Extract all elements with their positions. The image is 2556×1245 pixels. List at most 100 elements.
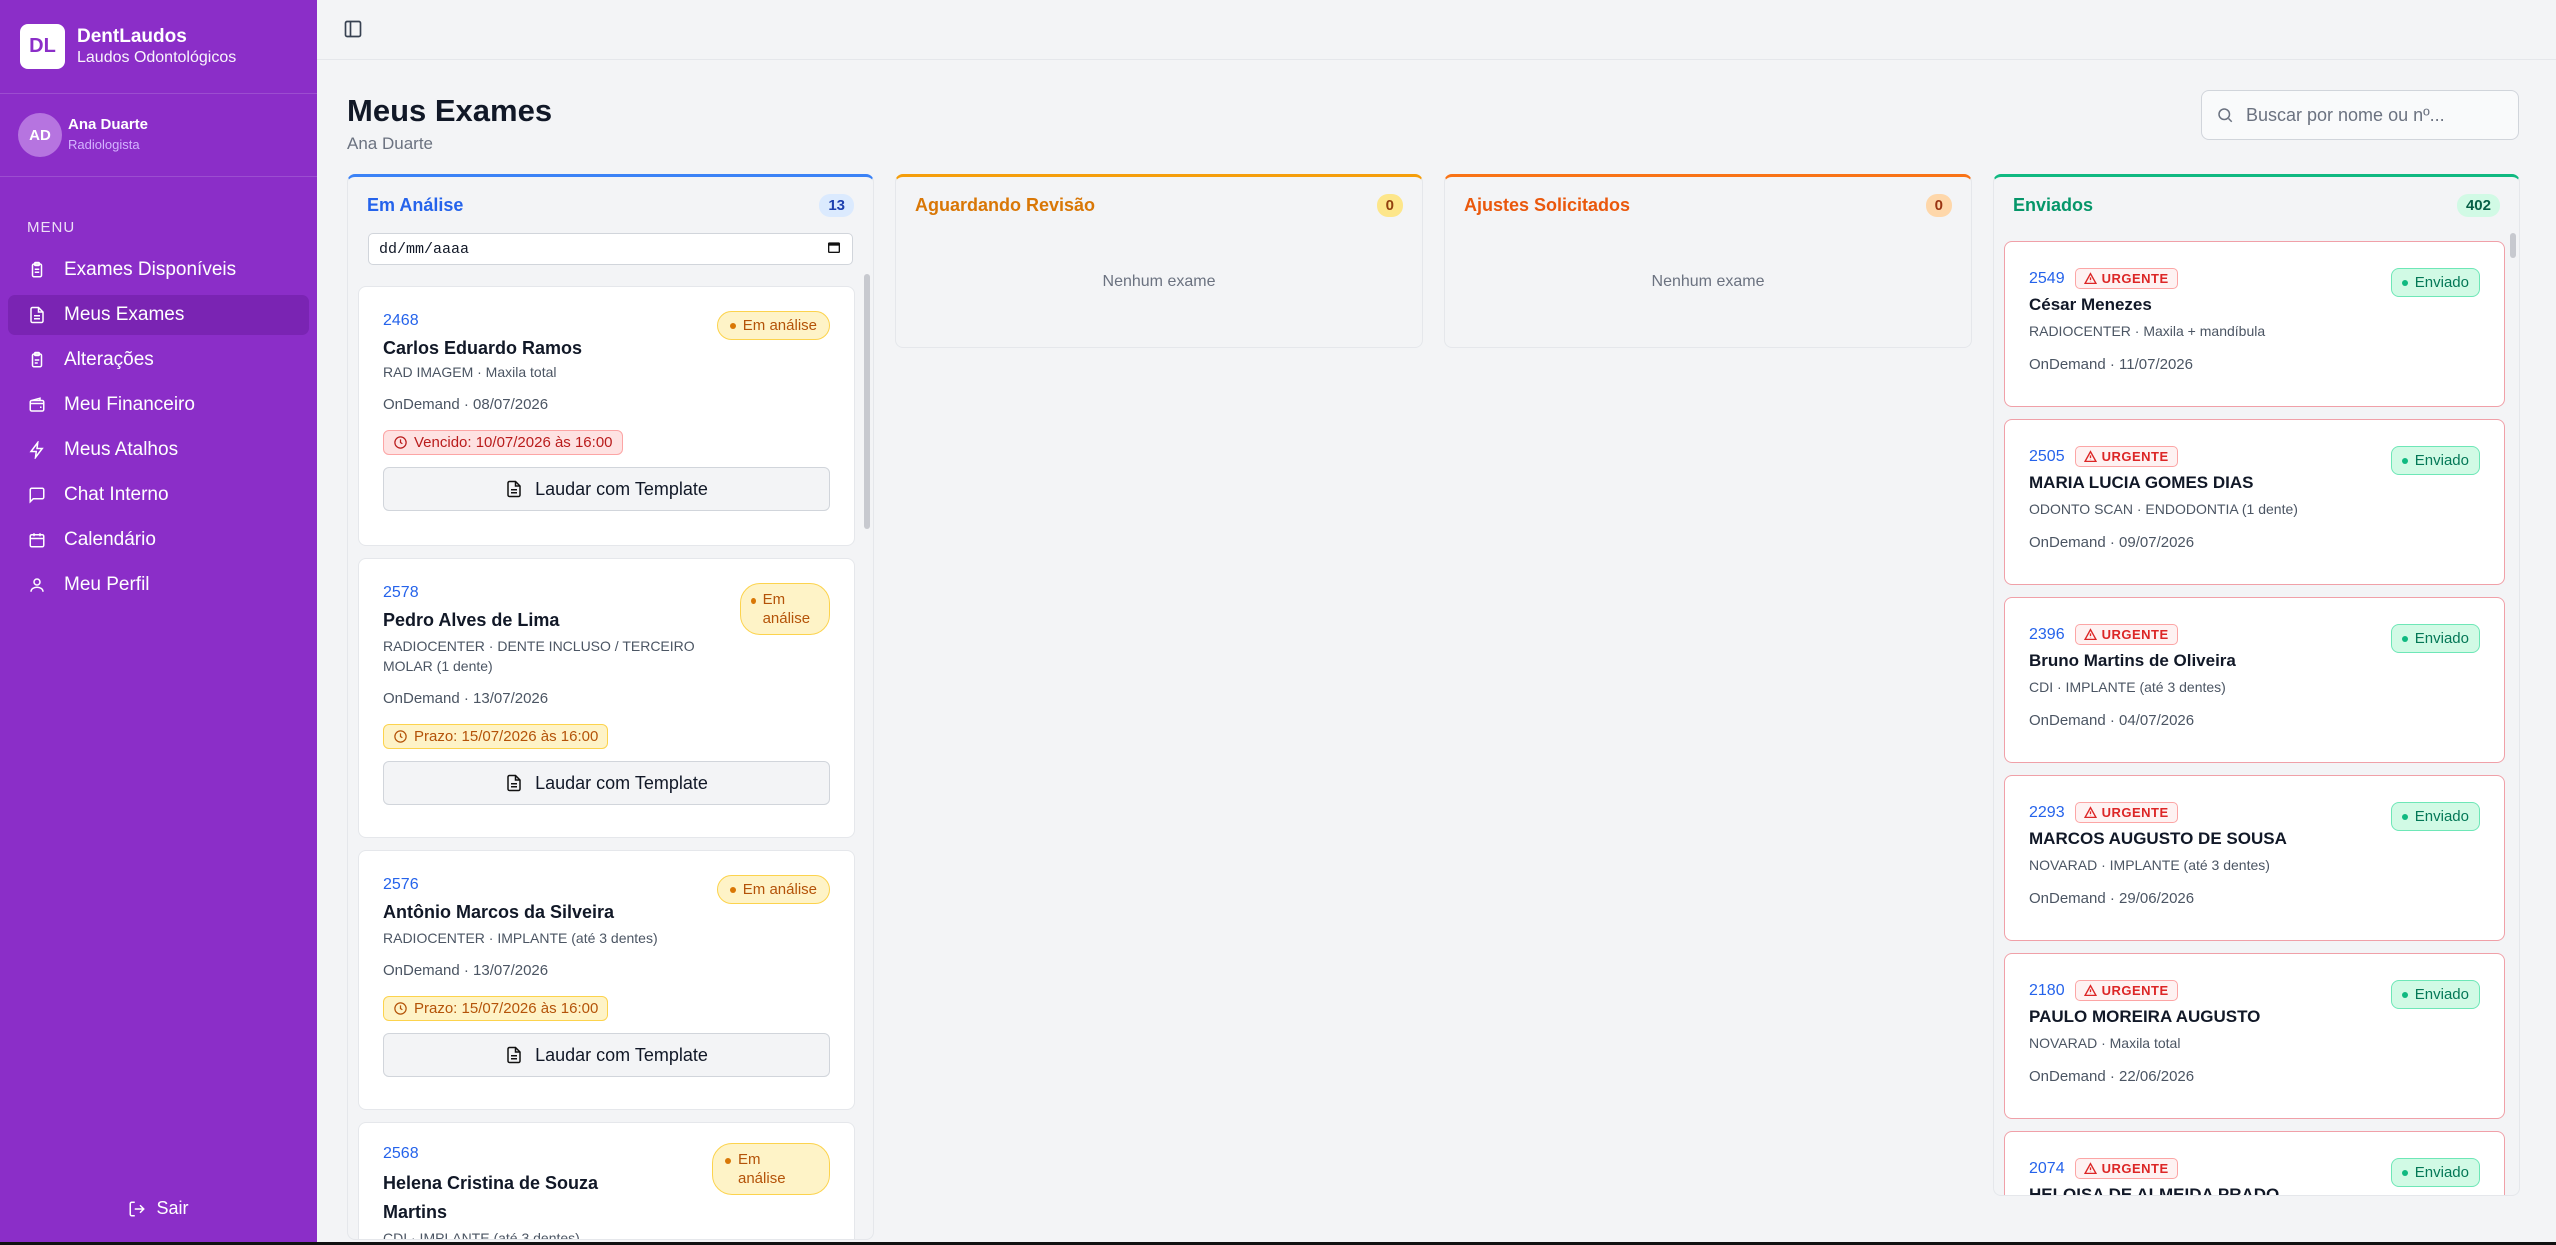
status-badge: Em análise: [740, 583, 830, 635]
file-icon: [28, 306, 46, 324]
alert-triangle-icon: [2083, 806, 2097, 819]
page-subtitle: Ana Duarte: [347, 134, 433, 153]
patient-name: Helena Cristina de Souza Martins: [383, 1173, 599, 1222]
date-filter-input[interactable]: dd/mm/aaaa: [368, 233, 853, 265]
column-title: Ajustes Solicitados: [1464, 194, 1631, 215]
scrollbar[interactable]: [2510, 233, 2516, 258]
logout-label: Sair: [156, 1198, 189, 1218]
patient-name: MARIA LUCIA GOMES DIAS: [2029, 473, 2254, 492]
button-label: Laudar com Template: [535, 478, 708, 499]
exam-meta: NOVARAD · IMPLANTE (até 3 dentes): [2029, 857, 2270, 873]
clock-icon: [393, 1001, 408, 1016]
laudar-template-button[interactable]: Laudar com Template: [383, 1033, 830, 1077]
exam-meta: RAD IMAGEM · Maxila total: [383, 364, 557, 380]
sidebar-item-meu-financeiro[interactable]: Meu Financeiro: [8, 385, 309, 425]
exam-meta: RADIOCENTER · Maxila + mandíbula: [2029, 323, 2266, 339]
search-input[interactable]: [2246, 104, 2486, 126]
column-header: Em Análise 13: [348, 177, 873, 233]
alert-triangle-icon: [2083, 1162, 2097, 1175]
exam-date: OnDemand · 22/06/2026: [2029, 1068, 2195, 1085]
sidebar-item-meus-exames[interactable]: Meus Exames: [8, 295, 309, 335]
sent-status-label: Enviado: [2414, 630, 2469, 647]
button-label: Laudar com Template: [535, 772, 708, 793]
exam-date: OnDemand · 13/07/2026: [383, 690, 549, 707]
sent-card[interactable]: 2293 URGENTE Enviado MARCOS AUGUSTO DE SO…: [2004, 775, 2505, 941]
logout-button[interactable]: Sair: [0, 1198, 317, 1219]
sidebar-item-alteracoes[interactable]: Alterações: [8, 340, 309, 380]
search-box[interactable]: [2201, 90, 2519, 140]
exam-meta: ODONTO SCAN · ENDODONTIA (1 dente): [2029, 501, 2298, 517]
column-header: Aguardando Revisão 0: [896, 177, 1422, 233]
sent-status-badge: Enviado: [2390, 1158, 2480, 1187]
status-badge: Em análise: [712, 1143, 830, 1195]
sidebar-item-meus-atalhos[interactable]: Meus Atalhos: [8, 430, 309, 470]
exam-meta: RADIOCENTER · DENTE INCLUSO / TERCEIRO M…: [383, 638, 695, 674]
sent-card[interactable]: 2505 URGENTE Enviado MARIA LUCIA GOMES DI…: [2004, 419, 2505, 585]
sidebar-item-label: Meus Exames: [64, 304, 185, 325]
alert-triangle-icon: [2083, 628, 2097, 641]
sent-card[interactable]: 2180 URGENTE Enviado PAULO MOREIRA AUGUST…: [2004, 953, 2505, 1119]
sidebar: DL DentLaudos Laudos Odontológicos AD An…: [0, 0, 317, 1245]
sidebar-item-label: Meu Perfil: [64, 574, 150, 595]
user-profile: AD Ana Duarte Radiologista: [0, 94, 317, 177]
patient-name: Bruno Martins de Oliveira: [2029, 651, 2236, 670]
exam-card[interactable]: 2568 Em análise Helena Cristina de Souza…: [358, 1122, 855, 1239]
logout-icon: [128, 1200, 146, 1218]
exam-number[interactable]: 2180: [2029, 982, 2065, 1000]
status-dot: [725, 1158, 731, 1164]
exam-number[interactable]: 2396: [2029, 626, 2065, 644]
exam-number[interactable]: 2293: [2029, 804, 2065, 822]
column-count: 0: [1376, 193, 1403, 217]
user-icon: [28, 576, 46, 594]
calendar-picker-icon[interactable]: [826, 239, 842, 260]
sidebar-item-label: Meus Atalhos: [64, 439, 179, 460]
sent-list: 2549 URGENTE Enviado César Menezes RADIOC…: [2004, 241, 2505, 1195]
status-dot: [2401, 457, 2408, 464]
status-dot: [729, 322, 736, 329]
urgent-badge: URGENTE: [2074, 802, 2178, 823]
sidebar-item-exames-disponiveis[interactable]: Exames Disponíveis: [8, 250, 309, 290]
clock-icon: [393, 435, 408, 450]
patient-name: MARCOS AUGUSTO DE SOUSA: [2029, 829, 2287, 848]
exam-number[interactable]: 2505: [2029, 448, 2065, 466]
status-badge-label: Em análise: [742, 317, 817, 334]
sent-card[interactable]: 2074 URGENTE Enviado HELOISA DE ALMEIDA P…: [2004, 1131, 2505, 1195]
column-em-analise: Em Análise 13 dd/mm/aaaa 2468 Em análise…: [347, 174, 874, 1240]
brand-title: DentLaudos: [77, 25, 187, 47]
empty-state: Nenhum exame: [1651, 273, 1765, 290]
user-name: Ana Duarte: [68, 116, 149, 133]
sent-card[interactable]: 2549 URGENTE Enviado César Menezes RADIOC…: [2004, 241, 2505, 407]
clipboard-icon: [28, 261, 46, 279]
urgent-badge: URGENTE: [2074, 980, 2178, 1001]
exam-number[interactable]: 2074: [2029, 1160, 2065, 1178]
laudar-template-button[interactable]: Laudar com Template: [383, 761, 830, 805]
sent-status-label: Enviado: [2414, 274, 2469, 291]
status-dot: [2401, 635, 2408, 642]
sidebar-item-label: Calendário: [64, 529, 156, 550]
scrollbar[interactable]: [864, 274, 870, 529]
file-text-icon: [505, 480, 523, 498]
sent-card[interactable]: 2396 URGENTE Enviado Bruno Martins de Oli…: [2004, 597, 2505, 763]
exam-card[interactable]: 2468 Em análise Carlos Eduardo Ramos RAD…: [358, 286, 855, 546]
exam-number[interactable]: 2549: [2029, 270, 2065, 288]
column-enviados: Enviados 402 2549 URGENTE Enviado César M…: [1993, 174, 2520, 1196]
exam-card[interactable]: 2576 Em análise Antônio Marcos da Silvei…: [358, 850, 855, 1110]
patient-name: Antônio Marcos da Silveira: [383, 902, 615, 922]
sent-status-badge: Enviado: [2390, 980, 2480, 1009]
sidebar-item-calendario[interactable]: Calendário: [8, 520, 309, 560]
alert-triangle-icon: [2083, 984, 2097, 997]
brand-logo: DL: [20, 24, 65, 69]
exam-card[interactable]: 2578 Em análise Pedro Alves de Lima RADI…: [358, 558, 855, 838]
sent-status-badge: Enviado: [2390, 802, 2480, 831]
urgent-label: URGENTE: [2101, 449, 2169, 464]
sidebar-item-meu-perfil[interactable]: Meu Perfil: [8, 565, 309, 605]
laudar-template-button[interactable]: Laudar com Template: [383, 467, 830, 511]
sidebar-item-chat-interno[interactable]: Chat Interno: [8, 475, 309, 515]
search-icon: [2216, 106, 2234, 124]
urgent-badge: URGENTE: [2074, 268, 2178, 289]
urgent-label: URGENTE: [2101, 983, 2169, 998]
brand: DL DentLaudos Laudos Odontológicos: [0, 0, 317, 94]
sent-status-badge: Enviado: [2390, 624, 2480, 653]
column-title: Em Análise: [367, 194, 464, 215]
sidebar-toggle-icon[interactable]: [343, 19, 363, 39]
